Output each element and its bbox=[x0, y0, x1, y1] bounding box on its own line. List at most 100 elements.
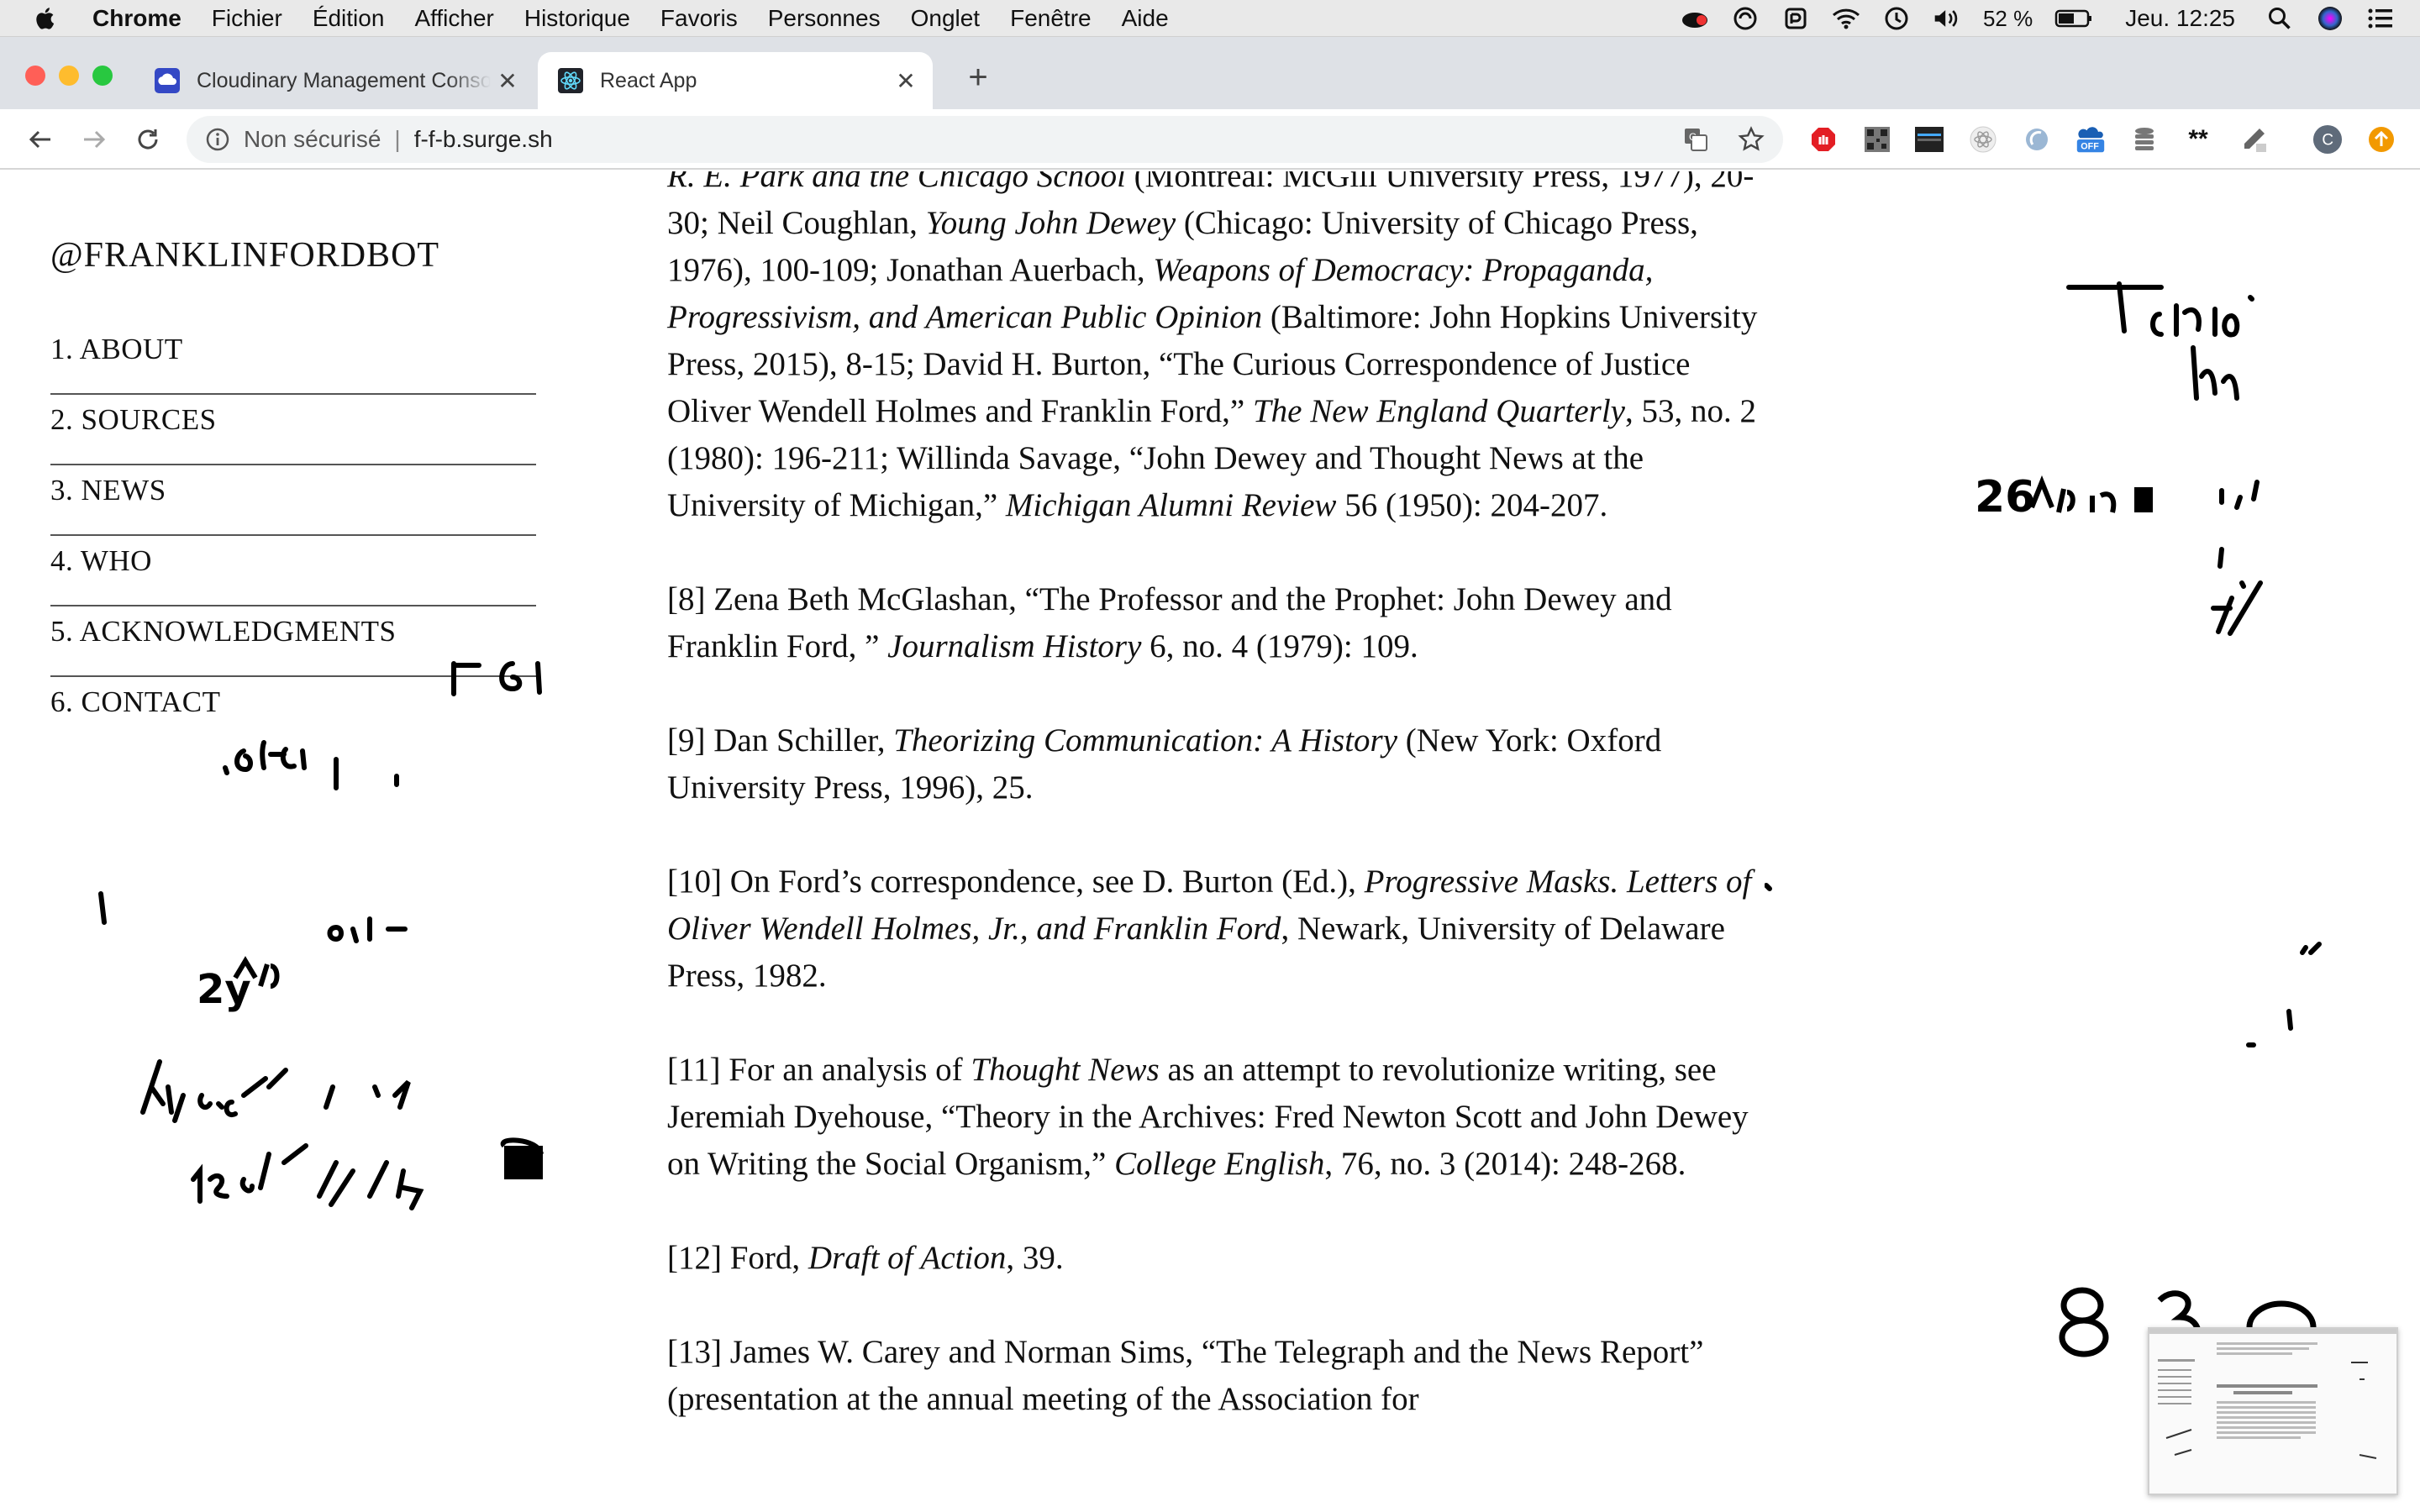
macos-menu-bar: Chrome Fichier Édition Afficher Historiq… bbox=[0, 0, 2420, 37]
menu-onglet[interactable]: Onglet bbox=[911, 5, 981, 32]
asterisks-extension-icon[interactable]: ** bbox=[2183, 124, 2213, 155]
note-text: [9] Dan Schiller, bbox=[667, 722, 894, 759]
thumbnail-image bbox=[2149, 1329, 2396, 1494]
note-text: [13] James W. Carey and Norman Sims, “Th… bbox=[667, 1334, 1704, 1417]
translate-icon[interactable]: G bbox=[1682, 126, 1709, 153]
creative-cloud-icon[interactable] bbox=[1681, 6, 1709, 31]
nav-about[interactable]: 1. ABOUT bbox=[50, 324, 536, 395]
siri-icon[interactable] bbox=[2316, 6, 2344, 31]
battery-icon[interactable] bbox=[2054, 6, 2093, 31]
note-10: [10] On Ford’s correspondence, see D. Bu… bbox=[667, 858, 1760, 1000]
handwriting-scribble-left: 2y bbox=[98, 661, 544, 1210]
new-tab-button[interactable]: + bbox=[961, 59, 995, 96]
note-title: Theorizing Communication: A History bbox=[893, 722, 1398, 759]
nav-sources[interactable]: 2. SOURCES bbox=[50, 395, 536, 465]
note-title: Michigan Alumni Review bbox=[1005, 487, 1337, 523]
tab-title: React App bbox=[600, 68, 697, 92]
note-title: Draft of Action bbox=[808, 1240, 1007, 1276]
menu-fenetre[interactable]: Fenêtre bbox=[1010, 5, 1092, 32]
close-window-button[interactable] bbox=[25, 66, 45, 86]
reload-button[interactable] bbox=[131, 123, 165, 156]
menu-personnes[interactable]: Personnes bbox=[768, 5, 881, 32]
scribble-text: 26 bbox=[1975, 472, 2035, 522]
sync-icon[interactable] bbox=[1731, 6, 1760, 31]
menu-historique[interactable]: Historique bbox=[524, 5, 630, 32]
article-notes: R. E. Park and the Chicago School (Montr… bbox=[667, 171, 1760, 1470]
time-machine-icon[interactable] bbox=[1882, 6, 1911, 31]
note-title: Young John Dewey bbox=[925, 205, 1176, 241]
note-text: [10] On Ford’s correspondence, see D. Bu… bbox=[667, 864, 1365, 900]
security-label: Non sécurisé bbox=[244, 126, 381, 152]
off-badge-extension-icon[interactable]: OFF bbox=[2075, 124, 2106, 155]
bookmark-star-icon[interactable] bbox=[1738, 126, 1765, 153]
note-text: , 76, no. 3 (2014): 248-268. bbox=[1324, 1146, 1686, 1182]
note-title: The New England Quarterly bbox=[1252, 393, 1625, 429]
note-text: 6, no. 4 (1979): 109. bbox=[1141, 628, 1418, 664]
maximize-window-button[interactable] bbox=[92, 66, 113, 86]
screenshot-thumbnail-preview[interactable] bbox=[2148, 1327, 2398, 1495]
back-button[interactable] bbox=[24, 123, 57, 156]
spotlight-search-icon[interactable] bbox=[2265, 6, 2294, 31]
menu-fichier[interactable]: Fichier bbox=[212, 5, 282, 32]
eyedropper-extension-icon[interactable] bbox=[2238, 124, 2269, 155]
web-page: @FRANKLINFORDBOT 1. ABOUT 2. SOURCES 3. … bbox=[0, 171, 2420, 1512]
volume-icon[interactable] bbox=[1933, 6, 1961, 31]
nav-news[interactable]: 3. NEWS bbox=[50, 465, 536, 536]
note-7-continued: R. E. Park and the Chicago School (Montr… bbox=[667, 171, 1760, 529]
browser-toolbar: Non sécurisé | f-f-b.surge.sh G OFF ** C bbox=[0, 109, 2420, 170]
battery-percent: 52 % bbox=[1982, 5, 2033, 31]
update-icon[interactable] bbox=[2366, 124, 2396, 155]
address-bar[interactable]: Non sécurisé | f-f-b.surge.sh G bbox=[187, 116, 1783, 163]
close-tab-icon[interactable]: ✕ bbox=[894, 68, 918, 94]
note-title: Journalism History bbox=[887, 628, 1142, 664]
scribble-text: 2y bbox=[197, 966, 251, 1013]
menu-chrome[interactable]: Chrome bbox=[92, 5, 182, 32]
shield-extension-icon[interactable] bbox=[2022, 124, 2052, 155]
clock[interactable]: Jeu. 12:25 bbox=[2125, 5, 2235, 32]
cloud-icon bbox=[155, 68, 180, 93]
svg-text:G: G bbox=[1689, 131, 1697, 143]
tab-cloudinary[interactable]: Cloudinary Management Console ✕ bbox=[134, 52, 534, 109]
svg-text:C: C bbox=[2322, 132, 2333, 150]
menu-aide[interactable]: Aide bbox=[1122, 5, 1169, 32]
pocket-icon[interactable] bbox=[1781, 6, 1810, 31]
note-13: [13] James W. Carey and Norman Sims, “Th… bbox=[667, 1329, 1760, 1423]
site-brand[interactable]: @FRANKLINFORDBOT bbox=[50, 235, 439, 276]
note-8: [8] Zena Beth McGlashan, “The Professor … bbox=[667, 576, 1760, 670]
adblock-extension-icon[interactable] bbox=[1808, 124, 1839, 155]
note-12: [12] Ford, Draft of Action, 39. bbox=[667, 1235, 1760, 1282]
separator: | bbox=[394, 126, 401, 152]
note-text: , 39. bbox=[1006, 1240, 1064, 1276]
handwriting-scribble-right: 26 bbox=[1765, 281, 2322, 1357]
note-text: [11] For an analysis of bbox=[667, 1052, 971, 1088]
note-title: Thought News bbox=[971, 1052, 1160, 1088]
avatar[interactable]: C bbox=[2312, 124, 2343, 155]
minimize-window-button[interactable] bbox=[59, 66, 79, 86]
info-icon[interactable] bbox=[205, 127, 230, 152]
forward-button[interactable] bbox=[77, 123, 111, 156]
apple-icon[interactable] bbox=[34, 6, 59, 31]
note-9: [9] Dan Schiller, Theorizing Communicati… bbox=[667, 717, 1760, 811]
react-devtools-icon[interactable] bbox=[1968, 124, 1998, 155]
window-extension-icon[interactable] bbox=[1914, 124, 1944, 155]
nav-who[interactable]: 4. WHO bbox=[50, 536, 536, 606]
note-title: R. E. Park and the Chicago School bbox=[667, 171, 1126, 194]
note-title: College English bbox=[1114, 1146, 1325, 1182]
note-11: [11] For an analysis of Thought News as … bbox=[667, 1047, 1760, 1188]
menu-favoris[interactable]: Favoris bbox=[660, 5, 738, 32]
tab-strip: Cloudinary Management Console ✕ React Ap… bbox=[0, 37, 2420, 109]
notification-center-icon[interactable] bbox=[2366, 6, 2395, 31]
qr-code-extension-icon[interactable] bbox=[1862, 124, 1892, 155]
react-icon bbox=[558, 68, 583, 93]
note-text: 56 (1950): 204-207. bbox=[1336, 487, 1608, 523]
wifi-icon[interactable] bbox=[1832, 6, 1860, 31]
url-text[interactable]: f-f-b.surge.sh bbox=[414, 126, 553, 153]
tab-title: Cloudinary Management Console bbox=[197, 68, 491, 92]
svg-text:OFF: OFF bbox=[2081, 142, 2099, 152]
note-text: [12] Ford, bbox=[667, 1240, 808, 1276]
menu-edition[interactable]: Édition bbox=[313, 5, 385, 32]
database-extension-icon[interactable] bbox=[2129, 124, 2160, 155]
menu-afficher[interactable]: Afficher bbox=[414, 5, 493, 32]
tab-react-app[interactable]: React App ✕ bbox=[538, 52, 933, 109]
close-tab-icon[interactable]: ✕ bbox=[496, 68, 519, 94]
